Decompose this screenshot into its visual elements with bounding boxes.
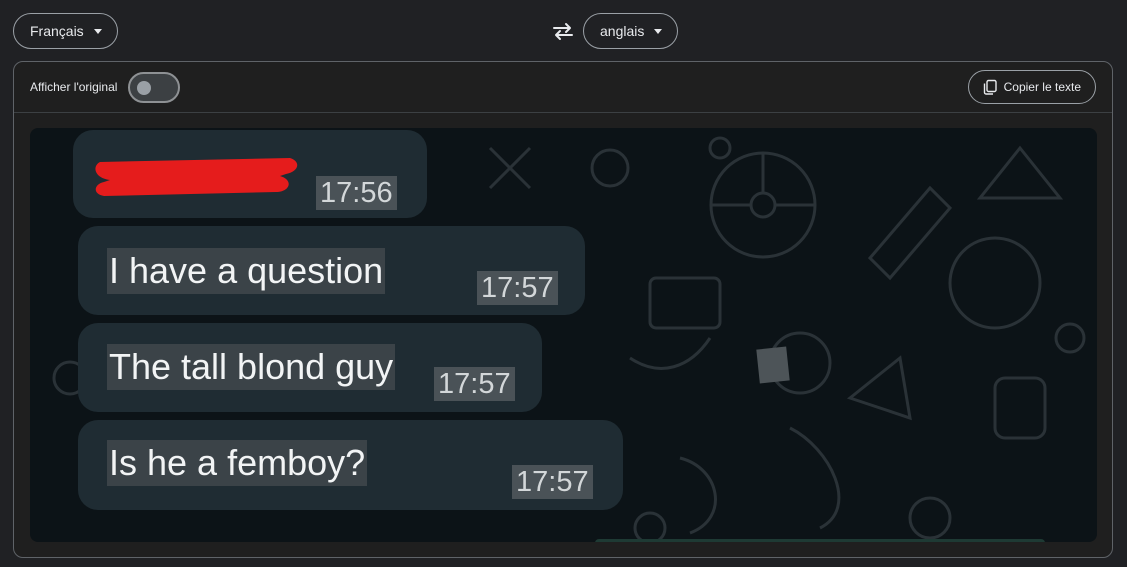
chevron-down-icon (93, 28, 102, 34)
next-message-edge (595, 539, 1045, 542)
message-text: The tall blond guy (107, 344, 396, 390)
translation-panel: Afficher l'original Copier le texte 17:5… (13, 61, 1113, 558)
copy-text-button[interactable]: Copier le texte (967, 70, 1096, 104)
image-artifact (756, 346, 790, 384)
target-language-label: anglais (600, 23, 645, 39)
source-language-dropdown[interactable]: Français (13, 13, 118, 49)
source-language-label: Français (30, 23, 84, 39)
message-text: I have a question (107, 248, 386, 294)
message-time: 17:57 (512, 465, 593, 499)
message-bubble: 17:56 (73, 130, 427, 218)
target-language-dropdown[interactable]: anglais (583, 13, 679, 49)
message-time: 17:56 (316, 176, 397, 210)
copy-text-label: Copier le texte (1003, 80, 1081, 94)
translated-image: 17:56 I have a question 17:57 The tall b… (30, 128, 1097, 542)
message-bubble: Is he a femboy? 17:57 (78, 420, 623, 510)
message-text: Is he a femboy? (107, 440, 368, 486)
show-original-toggle[interactable] (128, 71, 181, 103)
message-time: 17:57 (477, 271, 558, 305)
swap-languages-icon[interactable] (551, 20, 575, 42)
show-original-label: Afficher l'original (30, 80, 118, 94)
chevron-down-icon (654, 28, 663, 34)
message-bubble: The tall blond guy 17:57 (78, 323, 542, 412)
toggle-knob (137, 80, 152, 95)
redaction-mark (95, 158, 298, 196)
copy-icon (983, 79, 997, 95)
message-bubble: I have a question 17:57 (78, 226, 585, 315)
panel-toolbar: Afficher l'original Copier le texte (14, 62, 1112, 113)
message-time: 17:57 (434, 367, 515, 401)
